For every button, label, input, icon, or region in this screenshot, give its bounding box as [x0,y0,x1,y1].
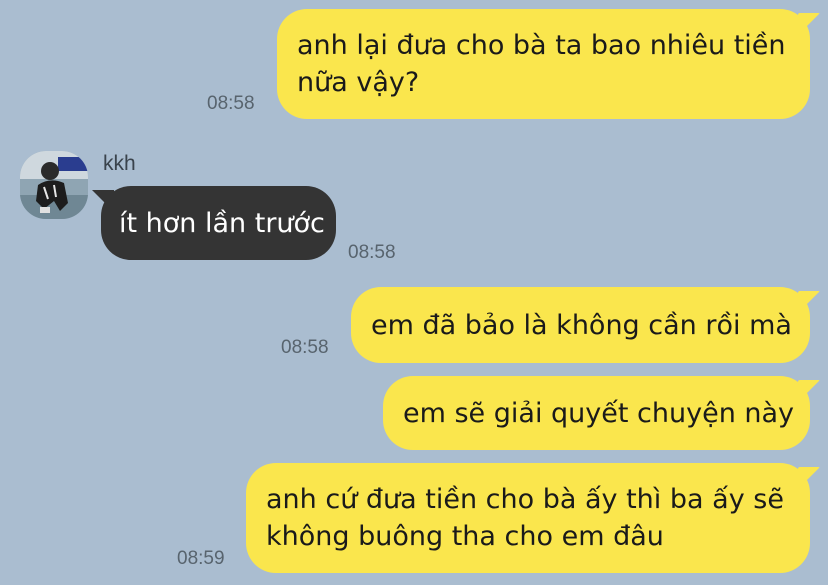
message-text: em đã bảo là không cần rồi mà [371,309,792,341]
avatar-photo-icon [20,151,88,219]
message-text: ít hơn lần trước [119,207,325,239]
chat-view: 08:58 anh lại đưa cho bà ta bao nhiêu ti… [0,0,828,585]
outgoing-message-bubble[interactable]: anh lại đưa cho bà ta bao nhiêu tiền nữa… [277,9,810,119]
sender-name: kkh [103,152,136,175]
message-text: anh lại đưa cho bà ta bao nhiêu tiền nữa… [297,30,786,98]
message-time: 08:59 [177,548,225,569]
incoming-message-bubble[interactable]: ít hơn lần trước [101,186,336,260]
message-text: em sẽ giải quyết chuyện này [403,397,795,429]
message-time: 08:58 [348,242,396,263]
message-text: anh cứ đưa tiền cho bà ấy thì ba ấy sẽ k… [266,484,784,552]
outgoing-message-bubble[interactable]: anh cứ đưa tiền cho bà ấy thì ba ấy sẽ k… [246,463,810,573]
contact-avatar[interactable] [20,151,88,219]
outgoing-message-bubble[interactable]: em đã bảo là không cần rồi mà [351,287,810,363]
message-time: 08:58 [207,93,255,114]
message-time: 08:58 [281,337,329,358]
outgoing-message-bubble[interactable]: em sẽ giải quyết chuyện này [383,376,810,450]
